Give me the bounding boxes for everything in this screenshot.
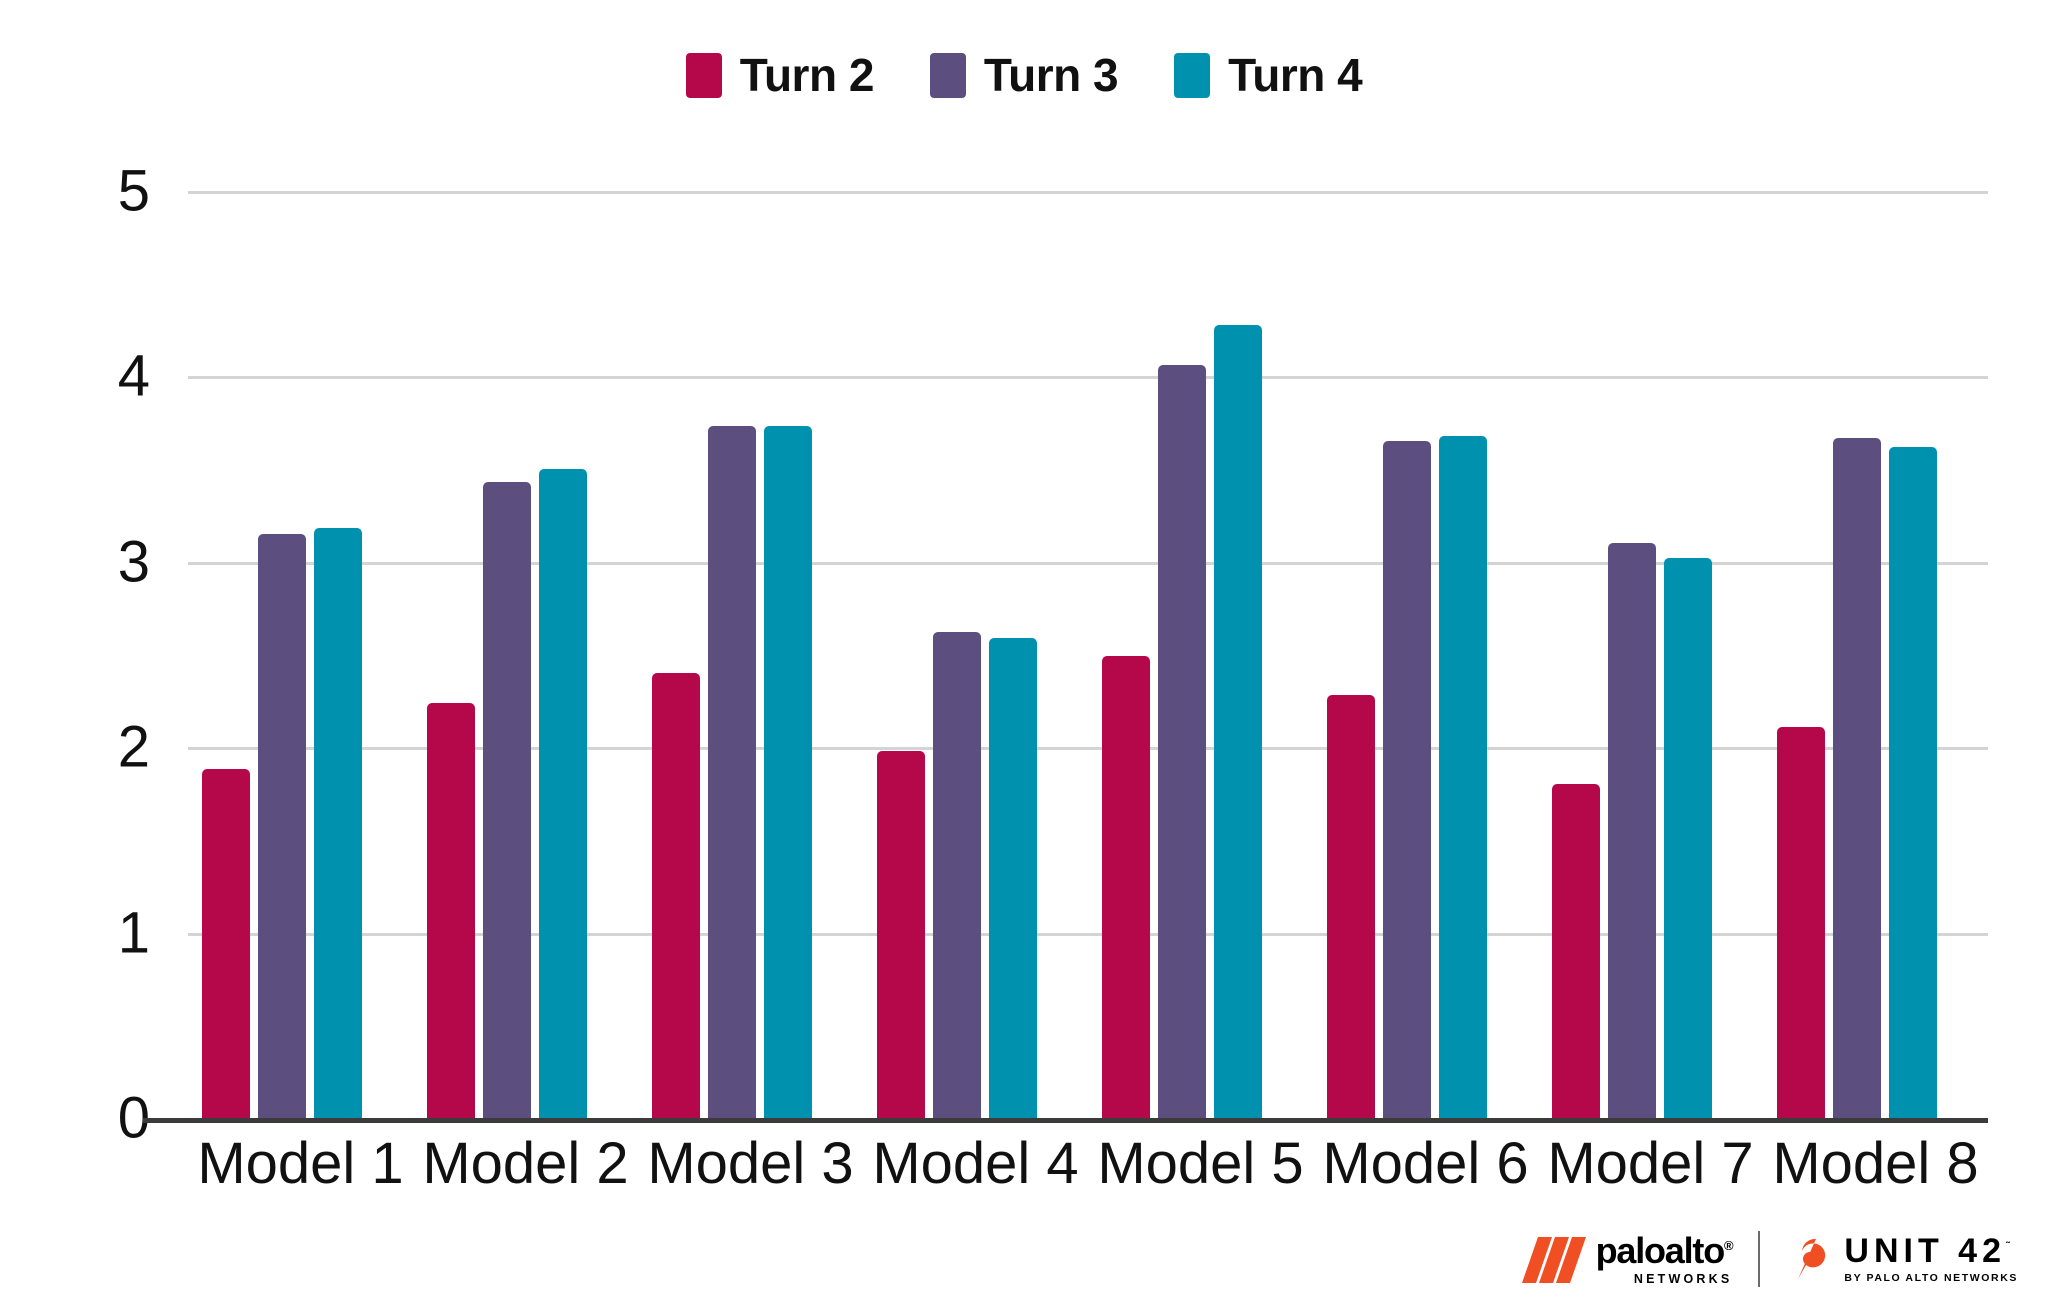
y-tick-label-1: 1 — [117, 900, 150, 966]
legend-item-turn-2[interactable]: Turn 2 — [685, 48, 875, 102]
x-label-model-3: Model 3 — [647, 1131, 854, 1196]
bar-model-8-turn-2[interactable] — [1777, 726, 1825, 1118]
legend-label: Turn 4 — [1228, 49, 1363, 101]
legend-swatch-turn-4 — [1174, 52, 1211, 98]
bar-model-6-turn-2[interactable] — [1327, 695, 1375, 1118]
bar-model-1-turn-2[interactable] — [202, 769, 250, 1118]
bar-model-8-turn-4[interactable] — [1889, 446, 1937, 1118]
bar-group — [1763, 191, 1988, 1118]
chart-plot-area — [143, 191, 1988, 1123]
x-label-model-7: Model 7 — [1547, 1131, 1754, 1196]
bar-group — [1088, 191, 1313, 1118]
bar-group — [1538, 191, 1763, 1118]
x-label-model-2: Model 2 — [422, 1131, 629, 1196]
paloalto-networks-logo: paloalto® NETWORKS — [1521, 1229, 1734, 1286]
bar-model-7-turn-2[interactable] — [1552, 784, 1600, 1118]
paloalto-name-text: paloalto — [1595, 1229, 1726, 1271]
x-label-model-4: Model 4 — [872, 1131, 1079, 1196]
legend-swatch-turn-2 — [685, 52, 722, 98]
unit42-wordmark: UNIT 42˜ — [1844, 1234, 2018, 1268]
bar-group — [863, 191, 1088, 1118]
bar-group — [413, 191, 638, 1118]
bar-group — [1313, 191, 1538, 1118]
bar-model-4-turn-4[interactable] — [989, 637, 1037, 1118]
y-tick-label-0: 0 — [117, 1085, 150, 1151]
bar-model-5-turn-3[interactable] — [1158, 365, 1206, 1118]
bar-model-5-turn-4[interactable] — [1214, 324, 1262, 1118]
bar-model-7-turn-3[interactable] — [1608, 543, 1656, 1118]
legend-label: Turn 2 — [739, 49, 875, 101]
bar-model-1-turn-3[interactable] — [258, 534, 306, 1118]
unit42-trademark: ˜ — [2005, 1240, 2010, 1253]
unit42-name-text: UNIT 42 — [1844, 1232, 2006, 1271]
bar-model-3-turn-2[interactable] — [652, 673, 700, 1118]
legend-swatch-turn-3 — [929, 52, 966, 98]
paloalto-subtitle: NETWORKS — [1633, 1271, 1733, 1286]
y-tick-label-4: 4 — [117, 343, 150, 409]
unit42-subtitle: BY PALO ALTO NETWORKS — [1844, 1272, 2018, 1285]
bar-model-3-turn-4[interactable] — [764, 426, 812, 1118]
legend-item-turn-3[interactable]: Turn 3 — [929, 48, 1119, 102]
unit42-logo: UNIT 42˜ BY PALO ALTO NETWORKS — [1786, 1234, 2018, 1284]
y-tick-label-3: 3 — [117, 529, 150, 595]
bar-model-6-turn-3[interactable] — [1383, 441, 1431, 1118]
unit42-comet-icon — [1798, 1238, 1826, 1279]
bar-model-6-turn-4[interactable] — [1439, 435, 1487, 1118]
paloalto-slash-mark-icon — [1521, 1237, 1586, 1284]
x-label-model-5: Model 5 — [1097, 1131, 1304, 1196]
x-axis-category-labels: Model 1 Model 2 Model 3 Model 4 Model 5 Model… — [188, 1130, 1988, 1197]
bar-group — [188, 191, 413, 1118]
bar-model-2-turn-2[interactable] — [427, 702, 475, 1118]
bar-model-8-turn-3[interactable] — [1833, 437, 1881, 1118]
legend-item-turn-4[interactable]: Turn 4 — [1174, 48, 1363, 102]
bar-model-2-turn-3[interactable] — [483, 482, 531, 1118]
bar-model-4-turn-3[interactable] — [933, 632, 981, 1118]
paloalto-registered-mark: ® — [1724, 1237, 1734, 1253]
brand-divider — [1758, 1231, 1761, 1287]
y-tick-label-2: 2 — [117, 714, 150, 780]
bar-model-7-turn-4[interactable] — [1664, 558, 1712, 1118]
paloalto-wordmark: paloalto® — [1595, 1229, 1734, 1271]
bar-model-1-turn-4[interactable] — [314, 528, 362, 1118]
bar-model-4-turn-2[interactable] — [877, 750, 925, 1118]
bar-model-2-turn-4[interactable] — [539, 469, 587, 1118]
bar-group — [638, 191, 863, 1118]
x-label-model-6: Model 6 — [1322, 1131, 1529, 1196]
bar-model-3-turn-3[interactable] — [708, 426, 756, 1118]
y-tick-label-5: 5 — [117, 158, 150, 224]
chart-legend: Turn 2 Turn 3 Turn 4 — [0, 48, 2048, 102]
footer-branding: paloalto® NETWORKS UNIT 42˜ BY PALO ALTO… — [1521, 1229, 2018, 1287]
x-label-model-8: Model 8 — [1772, 1131, 1979, 1196]
bar-groups — [188, 191, 1988, 1118]
x-axis-line — [143, 1118, 1988, 1123]
legend-label: Turn 3 — [983, 49, 1119, 101]
bar-model-5-turn-2[interactable] — [1102, 656, 1150, 1118]
x-label-model-1: Model 1 — [197, 1131, 404, 1196]
